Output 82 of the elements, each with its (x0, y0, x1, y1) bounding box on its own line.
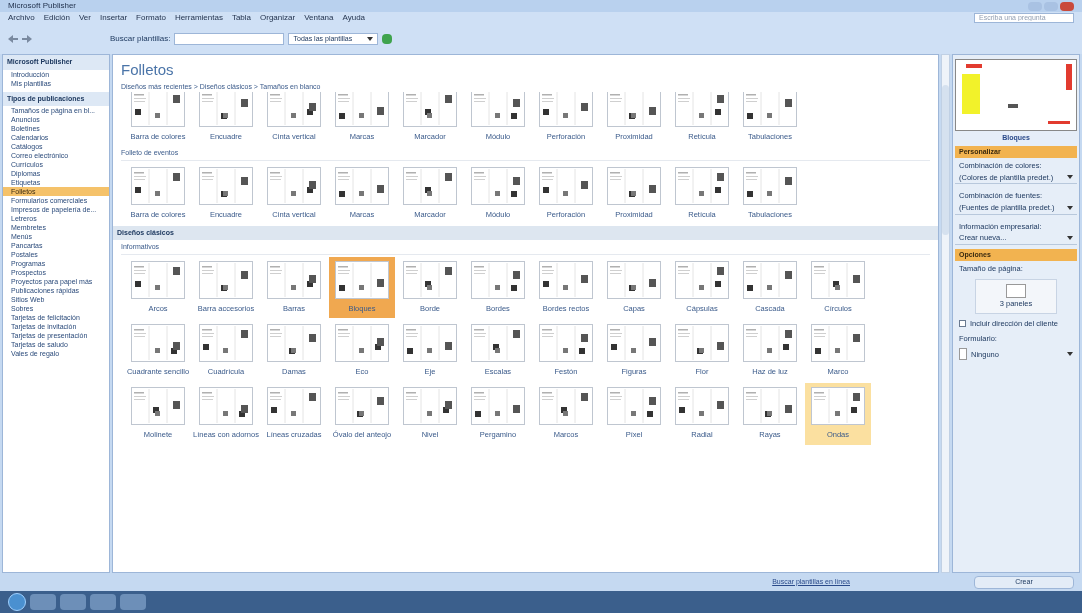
brochure-thumbnail (607, 324, 661, 362)
start-icon[interactable] (8, 593, 26, 611)
brochure-thumbnail (675, 324, 729, 362)
brochure-thumbnail (199, 324, 253, 362)
brochure-thumbnail (743, 260, 797, 299)
brochure-thumbnail (131, 166, 185, 205)
caret-icon (1067, 235, 1073, 240)
brochure-thumbnail (131, 324, 185, 362)
close-button[interactable] (1060, 1, 1074, 11)
menu-item[interactable]: Tabla (231, 12, 251, 24)
brochure-thumbnail (267, 324, 321, 362)
brochure-thumbnail (607, 387, 661, 426)
window-title: Microsoft Publisher (8, 0, 77, 12)
brochure-thumbnail (267, 166, 321, 205)
brochure-thumbnail (335, 324, 389, 362)
search-label: Buscar plantillas: (110, 33, 171, 45)
brochure-thumbnail (471, 387, 525, 426)
brochure-thumbnail (471, 166, 525, 205)
brochure-thumbnail (403, 387, 457, 426)
search-go-icon[interactable] (382, 34, 393, 44)
back-icon[interactable] (8, 35, 18, 43)
brochure-thumbnail (539, 324, 593, 362)
brochure-thumbnail (403, 166, 457, 205)
brochure-thumbnail (471, 324, 525, 362)
page-size-icon (1006, 283, 1026, 298)
brochure-thumbnail (131, 387, 185, 426)
brochure-thumbnail (267, 387, 321, 426)
checkbox[interactable] (959, 319, 966, 327)
brochure-thumbnail (743, 92, 797, 127)
minimize-button[interactable] (1028, 1, 1042, 11)
brochure-thumbnail (675, 166, 729, 205)
brochure-thumbnail (199, 387, 253, 426)
brochure-thumbnail (335, 92, 389, 127)
scrollbar[interactable] (941, 54, 950, 573)
caret-icon (367, 37, 374, 41)
brochure-thumbnail (811, 387, 865, 426)
brochure-thumbnail (675, 387, 729, 426)
brochure-thumbnail (607, 166, 661, 205)
menu-item[interactable]: Ayuda (342, 12, 366, 24)
brochure-thumbnail (607, 92, 661, 127)
menu-item[interactable]: Formato (136, 12, 166, 24)
brochure-thumbnail (743, 166, 797, 205)
brochure-thumbnail (811, 324, 865, 362)
brochure-thumbnail (539, 387, 593, 426)
brochure-thumbnail (199, 92, 253, 127)
brochure-thumbnail (199, 260, 253, 299)
brochure-thumbnail (403, 92, 457, 127)
menu-item[interactable]: Insertar (99, 12, 128, 24)
search-field[interactable] (174, 33, 285, 45)
brochure-thumbnail (335, 166, 389, 205)
brochure-thumbnail (471, 260, 525, 299)
brochure-thumbnail (539, 92, 593, 127)
brochure-thumbnail (199, 166, 253, 205)
menu-item[interactable]: Ver (78, 12, 91, 24)
forward-icon[interactable] (22, 35, 32, 43)
brochure-thumbnail (539, 260, 593, 299)
caret-icon (1067, 205, 1073, 210)
menu-item[interactable]: Herramientas (174, 12, 223, 24)
brochure-thumbnail (267, 92, 321, 127)
brochure-thumbnail (675, 92, 729, 127)
menu-item[interactable]: Archivo (8, 12, 35, 24)
caret-icon (1067, 352, 1073, 357)
page-icon (959, 348, 967, 361)
gallery-title: Folletos (120, 60, 175, 80)
brochure-thumbnail (403, 260, 457, 299)
menu-item[interactable]: Organizar (260, 12, 296, 24)
menu-item[interactable]: Ventana (304, 12, 334, 24)
brochure-thumbnail (743, 387, 797, 426)
brochure-thumbnail (131, 92, 185, 127)
brochure-thumbnail (539, 166, 593, 205)
brochure-thumbnail (675, 260, 729, 299)
menu-item[interactable]: Edición (43, 12, 70, 24)
brochure-thumbnail (131, 260, 185, 299)
brochure-thumbnail (743, 324, 797, 362)
brochure-thumbnail (335, 260, 389, 299)
brochure-thumbnail (335, 387, 389, 426)
brochure-thumbnail (267, 260, 321, 299)
caret-icon (1067, 175, 1073, 180)
brochure-thumbnail (471, 92, 525, 127)
brochure-thumbnail (811, 260, 865, 299)
brochure-thumbnail (403, 324, 457, 362)
brochure-thumbnail (607, 260, 661, 299)
